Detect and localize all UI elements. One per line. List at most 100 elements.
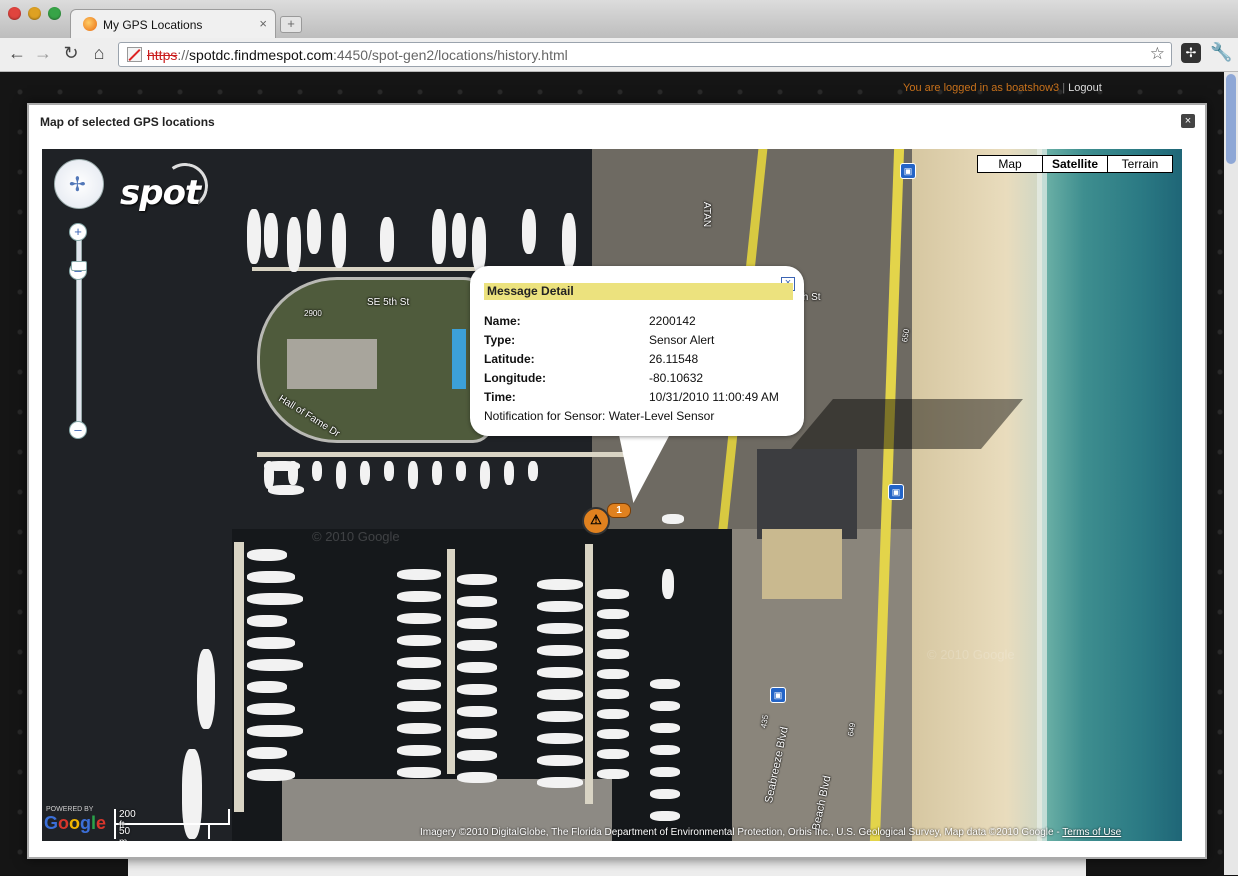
boat — [264, 213, 278, 258]
map-attribution: Imagery ©2010 DigitalGlobe, The Florida … — [420, 827, 1121, 838]
boat — [287, 217, 301, 272]
window-minimize-button[interactable] — [28, 7, 41, 20]
satellite-map[interactable]: © 2010 Google © 2010 Google SE 5th St Ha… — [42, 149, 1182, 841]
boat — [397, 745, 441, 756]
boat — [397, 701, 441, 712]
new-tab-button[interactable]: + — [280, 16, 302, 33]
bus-stop-icon[interactable]: ▣ — [900, 163, 916, 179]
browser-tab-bar: My GPS Locations × + — [0, 0, 1238, 39]
map-type-satellite[interactable]: Satellite — [1042, 156, 1107, 172]
boat — [597, 729, 629, 739]
header-separator: | — [1062, 82, 1066, 94]
boat — [537, 579, 583, 590]
bus-stop-icon[interactable]: ▣ — [770, 687, 786, 703]
boat — [408, 461, 418, 489]
boat — [537, 689, 583, 700]
boat — [197, 649, 215, 729]
map-type-terrain[interactable]: Terrain — [1107, 156, 1172, 172]
boat — [650, 811, 680, 821]
boat — [528, 461, 538, 481]
message-detail-header: Message Detail — [484, 283, 793, 300]
boat — [247, 659, 303, 671]
boat — [457, 728, 497, 739]
boat — [537, 601, 583, 612]
detail-label: Latitude: — [484, 352, 535, 366]
wrench-icon[interactable]: 🔧 — [1210, 42, 1232, 63]
map-watermark: © 2010 Google — [312, 529, 400, 544]
logout-link[interactable]: Logout — [1068, 82, 1102, 94]
pier — [257, 452, 627, 457]
boat — [537, 645, 583, 656]
boat — [597, 709, 629, 719]
detail-value: 10/31/2010 11:00:49 AM — [649, 390, 779, 404]
boat — [247, 747, 287, 759]
boat — [247, 549, 287, 561]
sensor-alert-marker-icon[interactable]: ⚠ — [582, 507, 610, 535]
detail-label: Longitude: — [484, 371, 546, 385]
boat — [650, 701, 680, 711]
boat — [384, 461, 394, 481]
boat — [397, 613, 441, 624]
zoom-slider-thumb[interactable] — [71, 261, 87, 271]
google-logo[interactable]: Google — [44, 813, 106, 834]
back-arrow-icon[interactable]: ← — [6, 42, 28, 64]
detail-value: 2200142 — [649, 314, 696, 328]
boat — [247, 769, 295, 781]
boat — [456, 461, 466, 481]
dialog-close-button[interactable]: × — [1181, 114, 1195, 128]
sensor-notification-text: Notification for Sensor: Water-Level Sen… — [484, 409, 715, 423]
boat — [247, 681, 287, 693]
address-bar[interactable]: https://spotdc.findmespot.com:4450/spot-… — [118, 42, 1172, 67]
street-label-atan: ATAN — [701, 201, 713, 228]
boat — [457, 618, 497, 629]
window-maximize-button[interactable] — [48, 7, 61, 20]
bookmark-star-icon[interactable]: ☆ — [1150, 44, 1165, 64]
reload-icon[interactable]: ↻ — [60, 42, 82, 64]
extension-icon[interactable]: ✢ — [1181, 43, 1201, 63]
boat — [247, 703, 295, 715]
boat — [397, 657, 441, 668]
boat — [457, 574, 497, 585]
page-scrollbar[interactable] — [1224, 72, 1238, 875]
zoom-out-button[interactable]: – — [69, 421, 87, 439]
boat — [247, 615, 287, 627]
boat — [397, 767, 441, 778]
boat — [650, 723, 680, 733]
boat — [597, 609, 629, 619]
boat — [332, 213, 346, 268]
home-icon[interactable]: ⌂ — [88, 42, 110, 64]
boat — [457, 596, 497, 607]
boat — [597, 649, 629, 659]
boat — [662, 569, 674, 599]
detail-label: Name: — [484, 314, 521, 328]
login-status: You are logged in as boatshow3 | Logout — [903, 82, 1102, 94]
boat — [662, 514, 684, 524]
boat — [597, 749, 629, 759]
scrollbar-thumb[interactable] — [1226, 74, 1236, 164]
forward-arrow-icon[interactable]: → — [32, 42, 54, 64]
spot-logo: spot — [120, 173, 201, 213]
map-type-map[interactable]: Map — [978, 156, 1042, 172]
boat — [650, 679, 680, 689]
beach-area — [912, 149, 1047, 841]
boat — [247, 209, 261, 264]
boat — [480, 461, 490, 489]
browser-tab[interactable]: My GPS Locations × — [70, 9, 276, 39]
pan-control[interactable]: ✢ — [54, 159, 104, 209]
boat — [597, 589, 629, 599]
terms-of-use-link[interactable]: Terms of Use — [1062, 827, 1121, 838]
boat — [360, 461, 370, 485]
powered-by-label: POWERED BY — [46, 806, 94, 813]
boat — [397, 635, 441, 646]
boat — [247, 571, 295, 583]
zoom-in-button[interactable]: + — [69, 223, 87, 241]
window-close-button[interactable] — [8, 7, 21, 20]
detail-label: Time: — [484, 390, 516, 404]
bus-stop-icon[interactable]: ▣ — [888, 484, 904, 500]
boat — [597, 769, 629, 779]
boat — [457, 684, 497, 695]
tab-close-icon[interactable]: × — [259, 16, 267, 31]
boat — [247, 725, 303, 737]
detail-value: -80.10632 — [649, 371, 704, 385]
parking-lot — [757, 449, 857, 539]
